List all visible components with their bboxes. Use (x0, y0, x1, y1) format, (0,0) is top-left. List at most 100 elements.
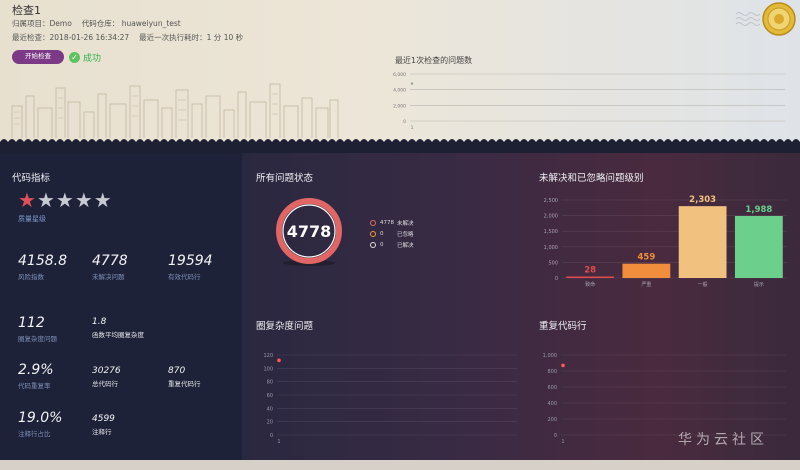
metric-label: 重复代码行 (168, 380, 201, 388)
legend-item[interactable]: 0 已解决 (370, 239, 414, 250)
x-tick-label: 1 (561, 439, 564, 445)
issue-status-donut: 4778 (276, 198, 342, 266)
metric-label: 有效代码行 (168, 273, 201, 281)
bar (734, 215, 783, 278)
metric-value: 4158.8 (18, 253, 67, 269)
check-header: 检查1 归属项目：Demo 代码仓库： huaweiyun_test 最近检查：2… (0, 0, 800, 150)
bar-value-label: 2,303 (689, 195, 716, 205)
y-tick-label: 80 (267, 380, 273, 386)
metric-value: 19.0% (18, 410, 63, 426)
wavy-stamp-icon (735, 12, 761, 26)
bar (622, 263, 671, 278)
y-tick-label: 400 (547, 401, 557, 407)
legend-label: 已解决 (397, 242, 414, 249)
y-tick-label: 4,000 (393, 88, 406, 94)
metric-label: 总代码行 (92, 380, 118, 388)
repo-name: huaweiyun_test (121, 19, 181, 28)
x-tick-label: 一般 (698, 281, 708, 288)
legend-item[interactable]: 4778 未解决 (370, 217, 414, 228)
metric-comment-lines: 4599 注释行 (92, 414, 115, 436)
y-tick-label: 2,500 (544, 198, 558, 204)
start-check-button[interactable]: 开始检查 (12, 50, 64, 64)
metric-value: 4778 (92, 253, 128, 269)
y-tick-label: 600 (547, 385, 557, 391)
bar (678, 206, 727, 278)
metric-total-lines: 30276 总代码行 (92, 366, 121, 388)
x-tick-label: 1 (411, 125, 414, 131)
issue-level-bar-chart: 2,500 2,000 1,500 1,000 500 0 28 致命 459 严重 2,303 一般… (544, 195, 787, 288)
check-title: 检查1 (12, 4, 41, 17)
duplicate-chart-title: 重复代码行 (539, 321, 587, 332)
y-tick-label: 500 (548, 260, 558, 266)
metric-value: 1.8 (92, 317, 107, 327)
repo-label: 代码仓库： (81, 19, 120, 28)
y-tick-label: 2,000 (544, 214, 558, 220)
level-chart-title: 未解决和已忽略问题级别 (539, 173, 644, 184)
metric-value: 30276 (92, 366, 121, 376)
y-tick-label: 0 (403, 119, 406, 125)
metric-value: 870 (168, 366, 186, 376)
quality-label: 质量星级 (18, 215, 46, 223)
data-point (561, 363, 565, 368)
metric-label: 圈复杂度问题 (18, 335, 57, 343)
bar (566, 276, 615, 278)
bar-value-label: 459 (638, 253, 656, 263)
medal-badge-icon (762, 2, 796, 36)
metric-value: 2.9% (18, 362, 54, 378)
y-tick-label: 40 (267, 406, 273, 412)
y-tick-label: 200 (547, 417, 557, 423)
x-tick-label: 致命 (585, 281, 595, 288)
y-tick-label: 2,000 (393, 103, 406, 109)
last-check-label: 最近检查：2018-01-26 16:34:27 (12, 33, 130, 42)
metric-complexity-issues: 112 圈复杂度问题 (18, 315, 57, 343)
x-tick-label: 提示 (754, 281, 764, 288)
y-tick-label: 1,000 (543, 353, 557, 359)
legend-label: 已忽略 (397, 231, 414, 238)
star-icon: ★ (36, 188, 55, 212)
watermark-text: 华为云社区 (678, 432, 768, 448)
metric-label: 函数平均圈复杂度 (92, 331, 144, 339)
y-tick-label: 1,500 (544, 229, 558, 235)
y-tick-label: 20 (267, 420, 273, 426)
legend-count: 4778 (380, 219, 394, 226)
complexity-line-chart: 120 100 80 60 40 20 01 (263, 353, 517, 445)
data-point (410, 82, 414, 85)
last-duration-label: 最近一次执行耗时：1 分 10 秒 (139, 33, 244, 42)
metric-label: 未解决问题 (92, 273, 125, 281)
header-chart-title: 最近1次检查的问题数 (395, 56, 473, 65)
y-tick-label: 0 (555, 276, 558, 282)
check-circle-icon: ✓ (69, 52, 80, 63)
metric-value: 112 (18, 315, 45, 331)
star-icon: ★ (55, 188, 74, 212)
complexity-chart-title: 圈复杂度问题 (256, 321, 314, 332)
star-icon: ★ (93, 188, 112, 212)
metric-label: 风险指数 (18, 273, 44, 281)
star-icon: ★ (18, 188, 36, 212)
y-tick-label: 6,000 (393, 72, 406, 78)
metric-duplication-rate: 2.9% 代码重复率 (18, 362, 54, 390)
legend-count: 0 (380, 241, 384, 248)
status-badge: ✓ 成功 (69, 51, 101, 64)
y-tick-label: 0 (270, 433, 273, 439)
status-text: 成功 (83, 54, 102, 64)
metric-unresolved: 4778 未解决问题 (92, 253, 128, 281)
meta-time: 最近检查：2018-01-26 16:34:27 最近一次执行耗时：1 分 10 … (12, 32, 243, 43)
issue-total: 4778 (287, 222, 332, 241)
y-tick-label: 0 (554, 433, 557, 439)
bottom-strip (0, 460, 800, 470)
y-tick-label: 100 (263, 366, 273, 372)
star-icon: ★ (74, 188, 93, 212)
metric-label: 注释行占比 (18, 430, 51, 438)
x-tick-label: 1 (277, 439, 280, 445)
city-skyline-illustration (11, 83, 339, 138)
metric-value: 19594 (168, 253, 213, 269)
project-label: 归属项目：Demo (12, 19, 72, 28)
code-metrics-title: 代码指标 (12, 173, 51, 184)
bar-value-label: 28 (584, 266, 596, 276)
quality-stars: ★ ★ ★ ★ ★ (18, 190, 112, 210)
metric-duplicate-lines: 870 重复代码行 (168, 366, 201, 388)
metric-value: 4599 (92, 414, 115, 424)
metric-label: 代码重复率 (18, 382, 51, 390)
recent-issues-line-chart: 6,000 4,000 2,000 01 (393, 72, 785, 131)
legend-item[interactable]: 0 已忽略 (370, 228, 414, 239)
